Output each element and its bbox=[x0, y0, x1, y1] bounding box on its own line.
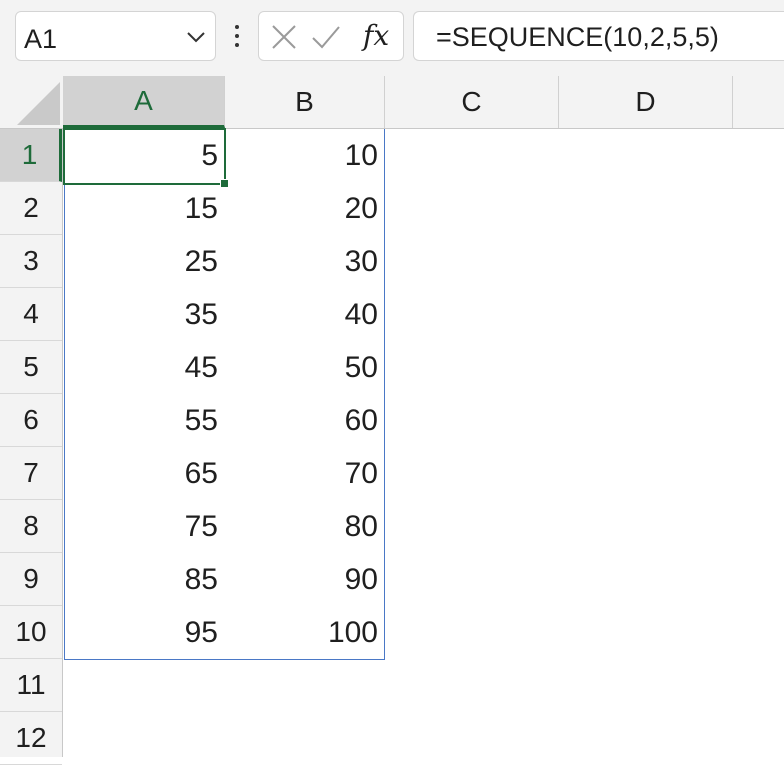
vertical-ellipsis-icon[interactable] bbox=[229, 22, 245, 52]
cell-b5[interactable]: 50 bbox=[225, 341, 385, 394]
row-header-1[interactable]: 1 bbox=[0, 129, 62, 182]
row-header-11[interactable]: 11 bbox=[0, 659, 62, 712]
cell-a10[interactable]: 95 bbox=[64, 606, 225, 659]
checkmark-icon[interactable] bbox=[311, 22, 341, 52]
cell-a9[interactable]: 85 bbox=[64, 553, 225, 606]
cell-a2[interactable]: 15 bbox=[64, 182, 225, 235]
row-header-5[interactable]: 5 bbox=[0, 341, 62, 394]
chevron-down-icon[interactable] bbox=[183, 24, 209, 50]
cell-b8[interactable]: 80 bbox=[225, 500, 385, 553]
cell-b3[interactable]: 30 bbox=[225, 235, 385, 288]
row-header-6[interactable]: 6 bbox=[0, 394, 62, 447]
formula-text: =SEQUENCE(10,2,5,5) bbox=[436, 22, 719, 52]
row-headers: 1 2 3 4 5 6 7 8 9 10 11 12 bbox=[0, 129, 63, 765]
cell-a5[interactable]: 45 bbox=[64, 341, 225, 394]
select-all-button[interactable] bbox=[0, 76, 63, 128]
cell-b7[interactable]: 70 bbox=[225, 447, 385, 500]
cell-a6[interactable]: 55 bbox=[64, 394, 225, 447]
cell-b6[interactable]: 60 bbox=[225, 394, 385, 447]
column-header-b[interactable]: B bbox=[225, 76, 385, 128]
cell-b10[interactable]: 100 bbox=[225, 606, 385, 659]
name-box-value: A1 bbox=[24, 24, 58, 54]
cell-b9[interactable]: 90 bbox=[225, 553, 385, 606]
cell-a7[interactable]: 65 bbox=[64, 447, 225, 500]
column-header-a[interactable]: A bbox=[63, 76, 225, 128]
cell-a3[interactable]: 25 bbox=[64, 235, 225, 288]
row-header-4[interactable]: 4 bbox=[0, 288, 62, 341]
formula-bar: A1 fx =SEQUENCE(10,2,5,5) bbox=[0, 0, 784, 76]
row-header-9[interactable]: 9 bbox=[0, 553, 62, 606]
row-header-12[interactable]: 12 bbox=[0, 712, 62, 765]
cell-b2[interactable]: 20 bbox=[225, 182, 385, 235]
column-header-d[interactable]: D bbox=[559, 76, 733, 128]
row-header-8[interactable]: 8 bbox=[0, 500, 62, 553]
fill-handle[interactable] bbox=[220, 179, 229, 188]
name-box[interactable]: A1 bbox=[15, 11, 216, 61]
close-icon[interactable] bbox=[269, 22, 299, 52]
formula-actions: fx bbox=[258, 11, 404, 61]
row-header-2[interactable]: 2 bbox=[0, 182, 62, 235]
cell-b4[interactable]: 40 bbox=[225, 288, 385, 341]
cell-a8[interactable]: 75 bbox=[64, 500, 225, 553]
cell-b1[interactable]: 10 bbox=[225, 129, 385, 182]
column-header-c[interactable]: C bbox=[385, 76, 559, 128]
row-header-3[interactable]: 3 bbox=[0, 235, 62, 288]
row-header-7[interactable]: 7 bbox=[0, 447, 62, 500]
cell-a4[interactable]: 35 bbox=[64, 288, 225, 341]
row-header-10[interactable]: 10 bbox=[0, 606, 62, 659]
insert-function-button[interactable]: fx bbox=[363, 20, 389, 52]
formula-input[interactable]: =SEQUENCE(10,2,5,5) bbox=[413, 11, 784, 61]
cell-a1[interactable]: 5 bbox=[64, 129, 225, 182]
column-headers: A B C D bbox=[0, 76, 784, 129]
